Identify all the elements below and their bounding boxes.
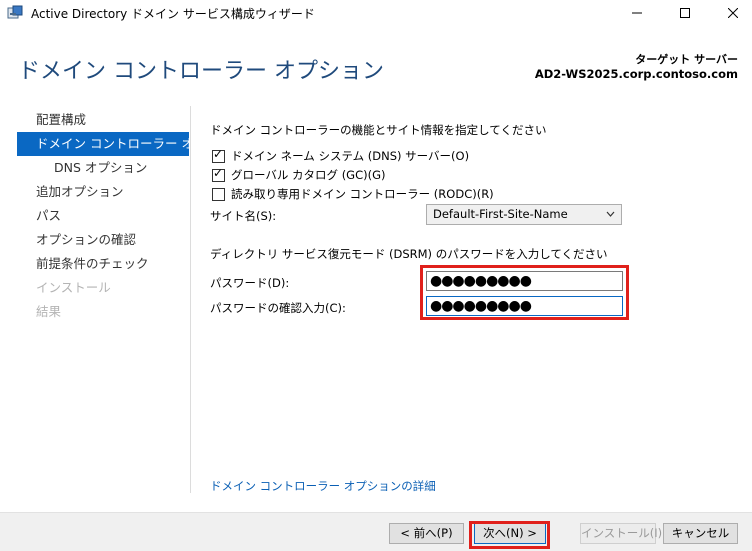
nav-item-prereq[interactable]: 前提条件のチェック	[17, 252, 189, 276]
capabilities-instruction: ドメイン コントローラーの機能とサイト情報を指定してください	[210, 123, 547, 137]
rodc-checkbox[interactable]	[212, 187, 225, 201]
close-button[interactable]	[710, 0, 752, 26]
window-title: Active Directory ドメイン サービス構成ウィザード	[31, 7, 315, 21]
dsrm-instruction: ディレクトリ サービス復元モード (DSRM) のパスワードを入力してください	[210, 247, 608, 261]
install-button: インストール(I)	[580, 523, 662, 544]
dns-server-checkbox-row[interactable]: ドメイン ネーム システム (DNS) サーバー(O)	[212, 147, 469, 165]
nav-item-additional-options[interactable]: 追加オプション	[17, 180, 189, 204]
target-server-value: AD2-WS2025.corp.contoso.com	[534, 67, 738, 81]
close-icon	[728, 8, 738, 18]
password-highlight-box	[420, 265, 629, 320]
previous-button[interactable]: < 前へ(P)	[389, 523, 464, 544]
wizard-footer: < 前へ(P) 次へ(N) > インストール(I) キャンセル	[0, 512, 752, 551]
target-server-label: ターゲット サーバー	[635, 53, 738, 66]
minimize-icon	[632, 12, 642, 14]
password-label: パスワード(D):	[210, 276, 290, 290]
title-bar: Active Directory ドメイン サービス構成ウィザード	[0, 0, 752, 26]
site-name-select[interactable]: Default-First-Site-Name	[426, 204, 622, 225]
site-name-value: Default-First-Site-Name	[433, 207, 568, 221]
global-catalog-checkbox-row[interactable]: グローバル カタログ (GC)(G)	[212, 166, 386, 184]
wizard-header: ドメイン コントローラー オプション ターゲット サーバー AD2-WS2025…	[0, 26, 752, 106]
nav-item-dc-options[interactable]: ドメイン コントローラー オプシ...	[17, 132, 189, 156]
nav-item-dns-options[interactable]: DNS オプション	[17, 156, 189, 180]
maximize-icon	[680, 8, 690, 18]
minimize-button[interactable]	[614, 0, 660, 26]
nav-item-install: インストール	[36, 280, 111, 295]
cancel-button[interactable]: キャンセル	[663, 523, 738, 544]
chevron-down-icon	[606, 205, 615, 232]
nav-item-review[interactable]: オプションの確認	[17, 228, 189, 252]
global-catalog-label: グローバル カタログ (GC)(G)	[231, 168, 386, 182]
global-catalog-checkbox[interactable]	[212, 166, 225, 182]
site-name-label: サイト名(S):	[210, 209, 277, 223]
dns-server-label: ドメイン ネーム システム (DNS) サーバー(O)	[231, 149, 470, 163]
nav-item-deployment[interactable]: 配置構成	[17, 108, 189, 132]
rodc-checkbox-row[interactable]: 読み取り専用ドメイン コントローラー (RODC)(R)	[212, 185, 494, 203]
next-highlight-box	[469, 521, 550, 549]
dns-server-checkbox[interactable]	[212, 147, 225, 163]
confirm-password-label: パスワードの確認入力(C):	[210, 301, 346, 315]
page-title: ドメイン コントローラー オプション	[18, 59, 384, 84]
maximize-button[interactable]	[662, 0, 708, 26]
more-about-dc-options-link[interactable]: ドメイン コントローラー オプションの詳細	[210, 478, 436, 494]
rodc-label: 読み取り専用ドメイン コントローラー (RODC)(R)	[231, 187, 494, 201]
wizard-nav: 配置構成 ドメイン コントローラー オプシ... DNS オプション 追加オプシ…	[17, 108, 189, 324]
nav-item-paths[interactable]: パス	[17, 204, 189, 228]
nav-divider	[190, 106, 191, 493]
nav-item-results: 結果	[36, 304, 62, 319]
server-manager-icon	[7, 5, 23, 19]
